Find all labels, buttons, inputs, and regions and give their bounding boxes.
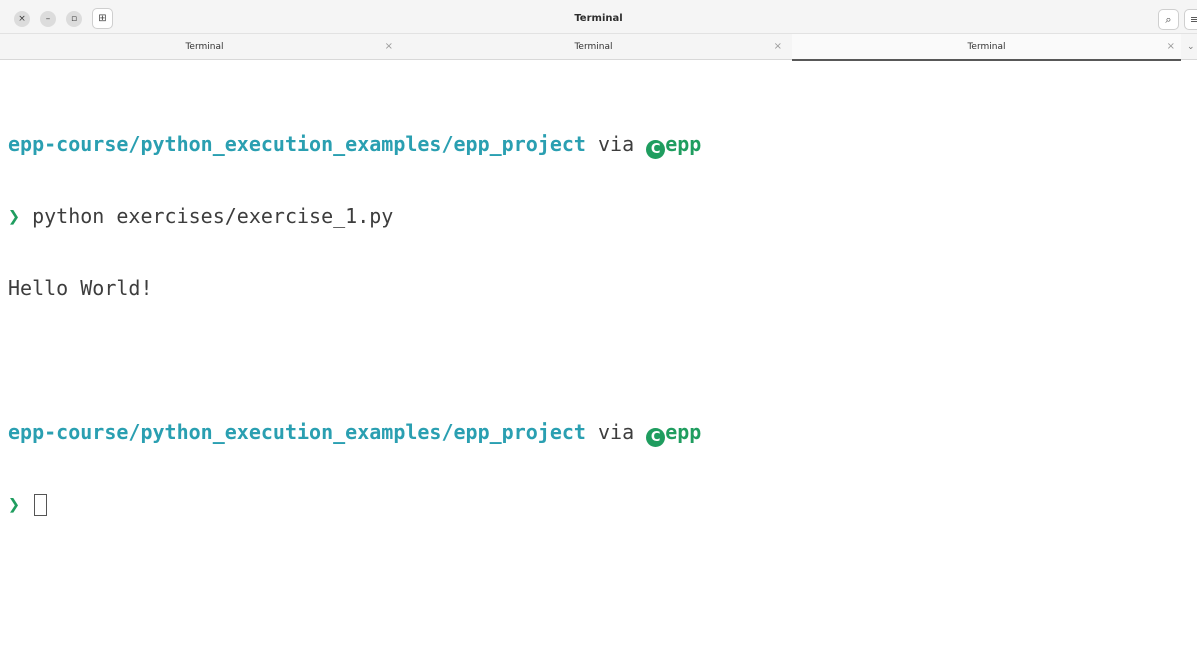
output-text: Hello World! <box>8 276 153 300</box>
prompt-chevron-icon: ❯ <box>8 492 21 516</box>
prompt-chevron-icon: ❯ <box>8 204 21 228</box>
prompt-line: epp-course/python_execution_examples/epp… <box>8 132 1188 159</box>
prompt-via: via <box>585 132 647 156</box>
title-bar: × – ▫ ⊞ Terminal ⌕ ≡ <box>0 0 1197 34</box>
menu-button[interactable]: ≡ <box>1184 9 1197 30</box>
close-window-button[interactable]: × <box>14 11 30 27</box>
tab-close-icon[interactable]: × <box>774 34 782 60</box>
tab-close-icon[interactable]: × <box>385 34 393 60</box>
minimize-icon: – <box>45 14 51 24</box>
conda-env-icon: C <box>646 428 666 447</box>
tab-terminal-2[interactable]: Terminal × <box>399 34 788 60</box>
close-icon: × <box>18 14 26 24</box>
prompt-env-name: epp <box>665 132 702 156</box>
tab-terminal-3-active[interactable]: Terminal × <box>792 34 1181 61</box>
minimize-window-button[interactable]: – <box>40 11 56 27</box>
new-tab-icon: ⊞ <box>98 13 107 24</box>
window-title: Terminal <box>574 13 623 24</box>
search-button[interactable]: ⌕ <box>1158 9 1179 30</box>
command-line-current[interactable]: ❯ <box>8 492 1188 516</box>
terminal-output[interactable]: epp-course/python_execution_examples/epp… <box>8 84 1188 540</box>
text-cursor <box>34 494 48 516</box>
tab-label: Terminal <box>967 42 1006 52</box>
command-text: python exercises/exercise_1.py <box>20 204 394 228</box>
command-line: ❯ python exercises/exercise_1.py <box>8 204 1188 228</box>
tabs-overflow-icon[interactable]: ⌄ <box>1187 34 1197 60</box>
prompt-path: epp-course/python_execution_examples/epp… <box>8 420 586 444</box>
prompt-env-name: epp <box>665 420 702 444</box>
maximize-window-button[interactable]: ▫ <box>66 11 82 27</box>
tab-bar: Terminal × Terminal × Terminal × ⌄ <box>0 34 1197 61</box>
tab-terminal-1[interactable]: Terminal × <box>10 34 399 60</box>
maximize-icon: ▫ <box>70 14 78 24</box>
hamburger-menu-icon: ≡ <box>1189 13 1197 26</box>
tab-label: Terminal <box>574 42 613 52</box>
tab-label: Terminal <box>185 42 224 52</box>
output-line: Hello World! <box>8 276 1188 300</box>
tab-close-icon[interactable]: × <box>1167 34 1175 60</box>
prompt-line: epp-course/python_execution_examples/epp… <box>8 420 1188 447</box>
prompt-path: epp-course/python_execution_examples/epp… <box>8 132 586 156</box>
prompt-via: via <box>585 420 647 444</box>
search-icon: ⌕ <box>1165 13 1172 26</box>
new-tab-button[interactable]: ⊞ <box>92 8 113 29</box>
conda-env-icon: C <box>646 140 666 159</box>
